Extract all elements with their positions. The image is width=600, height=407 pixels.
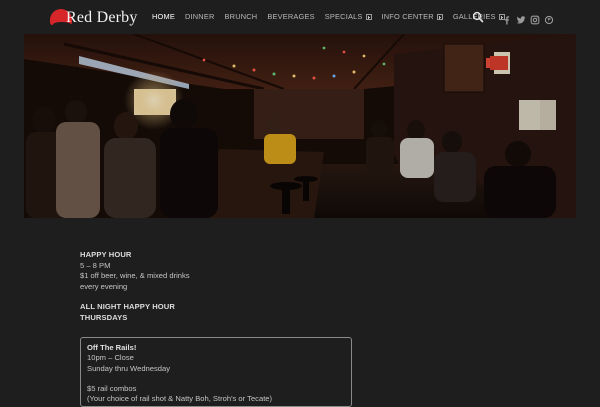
off-the-rails-box: Off The Rails! 10pm – Close Sunday thru …: [80, 337, 352, 407]
nav-label: BRUNCH: [224, 12, 258, 21]
main-nav: HOME DINNER BRUNCH BEVERAGES SPECIALS IN…: [152, 12, 515, 21]
nav-label: BEVERAGES: [267, 12, 315, 21]
site-header: Red Derby HOME DINNER BRUNCH BEVERAGES S…: [0, 0, 600, 34]
happy-hour-time: 5 – 8 PM: [80, 260, 111, 270]
nav-label: SPECIALS: [324, 12, 363, 21]
foursquare-icon[interactable]: [544, 12, 554, 25]
hero-photo: [24, 34, 576, 218]
nav-label: HOME: [152, 12, 175, 21]
nav-item-beverages[interactable]: BEVERAGES: [267, 12, 314, 21]
off-the-rails-combo: $5 rail combos: [87, 383, 137, 393]
logo-text: Red Derby: [66, 9, 138, 26]
search-icon[interactable]: [472, 11, 484, 23]
off-the-rails-title: Off The Rails!: [87, 343, 137, 352]
nav-item-brunch[interactable]: BRUNCH: [225, 12, 258, 21]
expand-plus-icon[interactable]: [365, 13, 372, 20]
bar-interior-photo: [24, 34, 576, 218]
twitter-icon[interactable]: [516, 12, 526, 24]
nav-label: DINNER: [184, 12, 215, 21]
happy-hour-details: $1 off beer, wine, & mixed drinks: [80, 271, 190, 280]
all-night-heading: ALL NIGHT HAPPY HOUR: [80, 302, 175, 311]
off-the-rails-days: Sunday thru Wednesday: [87, 363, 171, 373]
nav-label: INFO CENTER: [381, 12, 434, 21]
all-night-day: THURSDAYS: [80, 312, 128, 322]
happy-hour-heading: HAPPY HOUR: [80, 250, 132, 259]
specials-section: HAPPY HOUR 5 – 8 PM $1 off beer, wine, &…: [80, 250, 380, 323]
off-the-rails-combo-details: (Your choice of rail shot & Natty Boh, S…: [87, 394, 273, 404]
facebook-icon[interactable]: [502, 12, 512, 25]
nav-item-dinner[interactable]: DINNER: [185, 12, 215, 21]
nav-item-specials[interactable]: SPECIALS: [325, 12, 372, 21]
expand-plus-icon[interactable]: [436, 13, 443, 20]
off-the-rails-time: 10pm – Close: [87, 353, 134, 363]
social-links: [502, 12, 558, 25]
nav-item-home[interactable]: HOME: [152, 12, 175, 21]
nav-item-info-center[interactable]: INFO CENTER: [382, 12, 443, 21]
logo[interactable]: Red Derby: [50, 6, 138, 30]
happy-hour-when: every evening: [80, 281, 128, 291]
instagram-icon[interactable]: [530, 12, 540, 25]
